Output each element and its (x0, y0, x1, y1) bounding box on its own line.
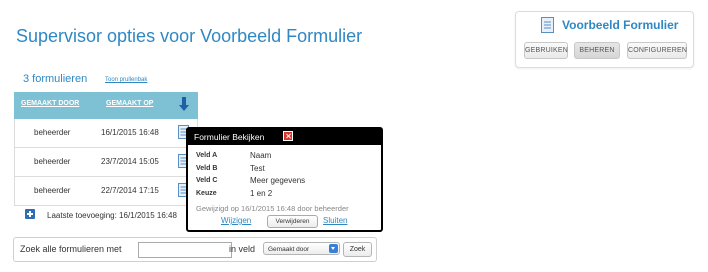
search-bar: Zoek alle formulieren met in veld Gemaak… (13, 237, 377, 262)
cell-created-by: beheerder (34, 186, 71, 195)
table-row[interactable]: beheerder 23/7/2014 15:05 (14, 148, 198, 177)
search-label: Zoek alle formulieren met (20, 244, 122, 254)
chevron-down-icon (329, 244, 338, 253)
cell-created-on: 22/7/2014 17:15 (101, 186, 159, 195)
table-header: GEMAAKT DOOR GEMAAKT OP (14, 92, 198, 119)
cell-created-by: beheerder (34, 157, 71, 166)
view-form-popup: Formulier Bekijken Veld A Naam Veld B Te… (186, 127, 383, 232)
sort-down-arrow-icon[interactable] (179, 97, 189, 111)
close-link[interactable]: Sluiten (323, 216, 347, 225)
field-label: Keuze (196, 190, 217, 197)
widget-title[interactable]: Voorbeeld Formulier (562, 18, 678, 32)
modified-meta: Gewijzigd op 16/1/2015 16:48 door beheer… (196, 204, 349, 213)
show-trash-link[interactable]: Toon prullenbak (105, 77, 147, 83)
add-form-icon[interactable] (25, 209, 35, 219)
popup-title: Formulier Bekijken (194, 132, 265, 142)
edit-link[interactable]: Wijzigen (221, 216, 251, 225)
search-button[interactable]: Zoek (343, 242, 372, 257)
field-select-value: Gemaakt door (268, 246, 310, 253)
field-label: Veld B (196, 165, 218, 172)
field-value: Meer gegevens (250, 176, 306, 185)
column-header-created-on[interactable]: GEMAAKT OP (106, 100, 153, 107)
cell-created-by: beheerder (34, 128, 71, 137)
column-header-created-by[interactable]: GEMAAKT DOOR (21, 100, 79, 107)
cell-created-on: 23/7/2014 15:05 (101, 157, 159, 166)
field-select[interactable]: Gemaakt door (263, 242, 340, 255)
field-label: in veld (229, 244, 256, 254)
field-label: Veld A (196, 152, 218, 159)
search-input[interactable] (138, 242, 232, 258)
beheren-button[interactable]: BEHEREN (574, 42, 620, 59)
last-added-text: Laatste toevoeging: 16/1/2015 16:48 (47, 211, 177, 220)
table-row[interactable]: beheerder 22/7/2014 17:15 (14, 177, 198, 206)
field-value: 1 en 2 (250, 189, 273, 198)
field-value: Naam (250, 151, 272, 160)
table-row[interactable]: beheerder 16/1/2015 16:48 (14, 119, 198, 148)
page-title: Supervisor opties voor Voorbeeld Formuli… (16, 26, 363, 46)
cell-created-on: 16/1/2015 16:48 (101, 128, 159, 137)
configureren-button[interactable]: CONFIGUREREN (627, 42, 687, 59)
form-count: 3 formulieren (23, 73, 88, 85)
forms-table: GEMAAKT DOOR GEMAAKT OP beheerder 16/1/2… (14, 92, 198, 206)
gebruiken-button[interactable]: GEBRUIKEN (524, 42, 568, 59)
document-icon (541, 17, 554, 33)
field-value: Test (250, 164, 265, 173)
popup-header: Formulier Bekijken (188, 129, 381, 145)
form-widget: Voorbeeld Formulier GEBRUIKEN BEHEREN CO… (515, 11, 694, 68)
close-icon[interactable] (283, 131, 293, 141)
field-label: Veld C (196, 177, 218, 184)
delete-button[interactable]: Verwijderen (267, 215, 318, 228)
